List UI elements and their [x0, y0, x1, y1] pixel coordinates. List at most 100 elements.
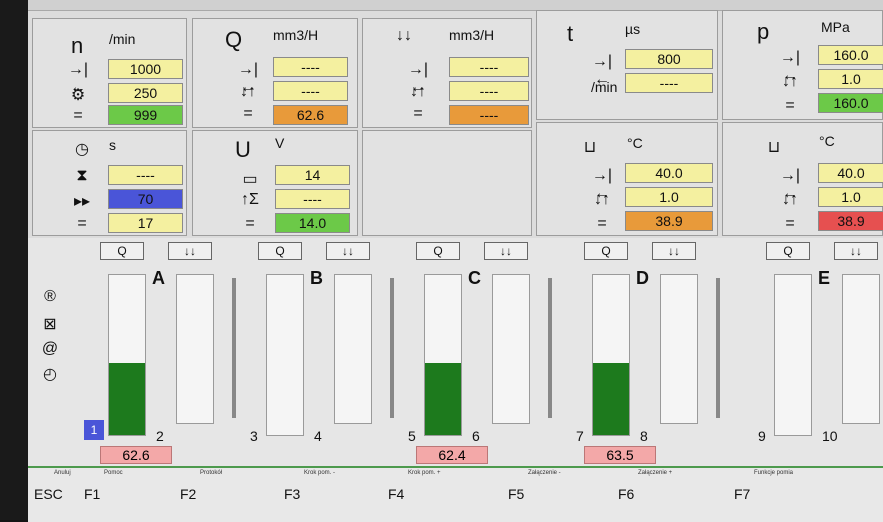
bar-frame-2 — [842, 274, 880, 424]
fkey-caption: Pomoc — [104, 470, 123, 476]
pressure-limit[interactable]: 1.0 — [818, 69, 883, 89]
panel-pressure: p MPa →|← 160.0 ↓↑ 1.0 = 160.0 — [722, 10, 883, 120]
fkey-caption: Protokół — [200, 470, 223, 476]
bar-frame — [592, 274, 630, 436]
tolerance-icon: ↓↑ — [782, 73, 798, 90]
panel-flow: Q mm3/H →|← ---- ↓↑ ---- = 62.6 — [192, 18, 358, 128]
equals-icon: = — [245, 215, 255, 232]
speed-actual: 999 — [108, 105, 183, 125]
bar-frame-2 — [334, 274, 372, 424]
panel-speed: n /min →|← 1000 ⚙ 250 = 999 — [32, 18, 187, 128]
fkey-f3[interactable]: F3 — [284, 486, 300, 502]
temp2-set[interactable]: 40.0 — [818, 163, 883, 183]
q-header-button[interactable]: Q — [258, 242, 302, 260]
speed-set[interactable]: 1000 — [108, 59, 183, 79]
column-divider — [548, 278, 552, 418]
column-divider — [232, 278, 236, 418]
flow-unit: mm3/H — [273, 27, 319, 43]
bar-frame — [774, 274, 812, 436]
flow-set[interactable]: ---- — [273, 57, 348, 77]
fkey-f7[interactable]: F7 — [734, 486, 750, 502]
battery-icon: ▭ — [242, 171, 258, 188]
index-right: 4 — [314, 428, 322, 444]
equals-icon: = — [77, 215, 87, 232]
pressure-set[interactable]: 160.0 — [818, 45, 883, 65]
time-set[interactable]: 800 — [625, 49, 713, 69]
speed-symbol: n — [71, 33, 84, 58]
bar-frame — [108, 274, 146, 436]
q-header-button[interactable]: Q — [100, 242, 144, 260]
hourglass-icon: ⧗ — [76, 167, 88, 184]
pressure-actual: 160.0 — [818, 93, 883, 113]
injector-header-button[interactable]: ↓↓ — [652, 242, 696, 260]
temp1-actual: 38.9 — [625, 211, 713, 231]
flow-symbol: Q — [225, 27, 243, 52]
q-header-button[interactable]: Q — [416, 242, 460, 260]
panel-empty — [362, 130, 532, 236]
injector-bars-area: ® ⊠ @ ◴ Q ↓↓ A 1 2 62.6 Q ↓↓ B 3 4 Q ↓↓ C 5 6 62.4 Q ↓↓ D 7 8… — [28, 238, 883, 466]
fkey-f2[interactable]: F2 — [180, 486, 196, 502]
column-letter: D — [636, 268, 649, 288]
bar-fill — [109, 363, 145, 435]
gear-icon: ⚙ — [70, 87, 86, 104]
flow2-set[interactable]: ---- — [449, 57, 529, 77]
fkey-f5[interactable]: F5 — [508, 486, 524, 502]
voltage-v1[interactable]: 14 — [275, 165, 350, 185]
equals-icon: = — [73, 107, 83, 124]
sum-icon: ↑Σ — [241, 191, 259, 208]
injector-header-button[interactable]: ↓↓ — [168, 242, 212, 260]
index-left: 1 — [84, 420, 104, 440]
timer-v1[interactable]: ---- — [108, 165, 183, 185]
flow2-unit: mm3/H — [449, 27, 495, 43]
test-off-icon[interactable]: ⊠ — [38, 314, 62, 334]
index-left: 7 — [576, 428, 584, 444]
pressure-unit: MPa — [821, 19, 850, 35]
temp1-set[interactable]: 40.0 — [625, 163, 713, 183]
thermometer-icon: ⊔ — [583, 139, 597, 156]
column-value: 62.4 — [416, 446, 488, 464]
reset-icon[interactable]: ® — [38, 288, 62, 306]
speed-limit[interactable]: 250 — [108, 83, 183, 103]
index-left: 3 — [250, 428, 258, 444]
fkey-f4[interactable]: F4 — [388, 486, 404, 502]
flow2-limit[interactable]: ---- — [449, 81, 529, 101]
timer-v2[interactable]: 70 — [108, 189, 183, 209]
panel-time: t µs →|← 800 /min ---- — [536, 10, 718, 120]
pressure-symbol: p — [757, 19, 770, 44]
timer-reset-icon[interactable]: ◴ — [38, 364, 62, 384]
column-letter: E — [818, 268, 831, 288]
column-value: 62.6 — [100, 446, 172, 464]
bar-frame — [266, 274, 304, 436]
voltage-v2[interactable]: ---- — [275, 189, 350, 209]
temp2-unit: °C — [819, 133, 835, 149]
injector-temp-icon: ⊔ — [767, 139, 781, 156]
speed-unit: /min — [109, 31, 136, 47]
column-divider — [716, 278, 720, 418]
time-unit: µs — [625, 21, 641, 37]
flow-limit[interactable]: ---- — [273, 81, 348, 101]
rotation-icon[interactable]: @ — [38, 340, 62, 358]
timer-unit: s — [109, 137, 116, 153]
panel-temp2: ⊔ °C →|← 40.0 ↓↑ 1.0 = 38.9 — [722, 122, 883, 236]
index-right: 8 — [640, 428, 648, 444]
injector-header-button[interactable]: ↓↓ — [834, 242, 878, 260]
fkey-f1[interactable]: F1 — [84, 486, 100, 502]
fkey-esc[interactable]: ESC — [34, 486, 63, 502]
injector-header-button[interactable]: ↓↓ — [484, 242, 528, 260]
temp2-limit[interactable]: 1.0 — [818, 187, 883, 207]
equals-icon: = — [413, 105, 423, 122]
time-limit[interactable]: ---- — [625, 73, 713, 93]
voltage-symbol: U — [235, 137, 251, 162]
panel-timer: ◷ s ⧗ ---- ▸▸ 70 = 17 — [32, 130, 187, 236]
equals-icon: = — [785, 215, 795, 232]
per-min-label: /min — [591, 79, 618, 95]
q-header-button[interactable]: Q — [766, 242, 810, 260]
injector-header-button[interactable]: ↓↓ — [326, 242, 370, 260]
flow-actual: 62.6 — [273, 105, 348, 125]
q-header-button[interactable]: Q — [584, 242, 628, 260]
temp1-limit[interactable]: 1.0 — [625, 187, 713, 207]
column-letter: B — [310, 268, 323, 288]
panel-temp1: ⊔ °C →|← 40.0 ↓↑ 1.0 = 38.9 — [536, 122, 718, 236]
bar-frame-2 — [660, 274, 698, 424]
fkey-f6[interactable]: F6 — [618, 486, 634, 502]
